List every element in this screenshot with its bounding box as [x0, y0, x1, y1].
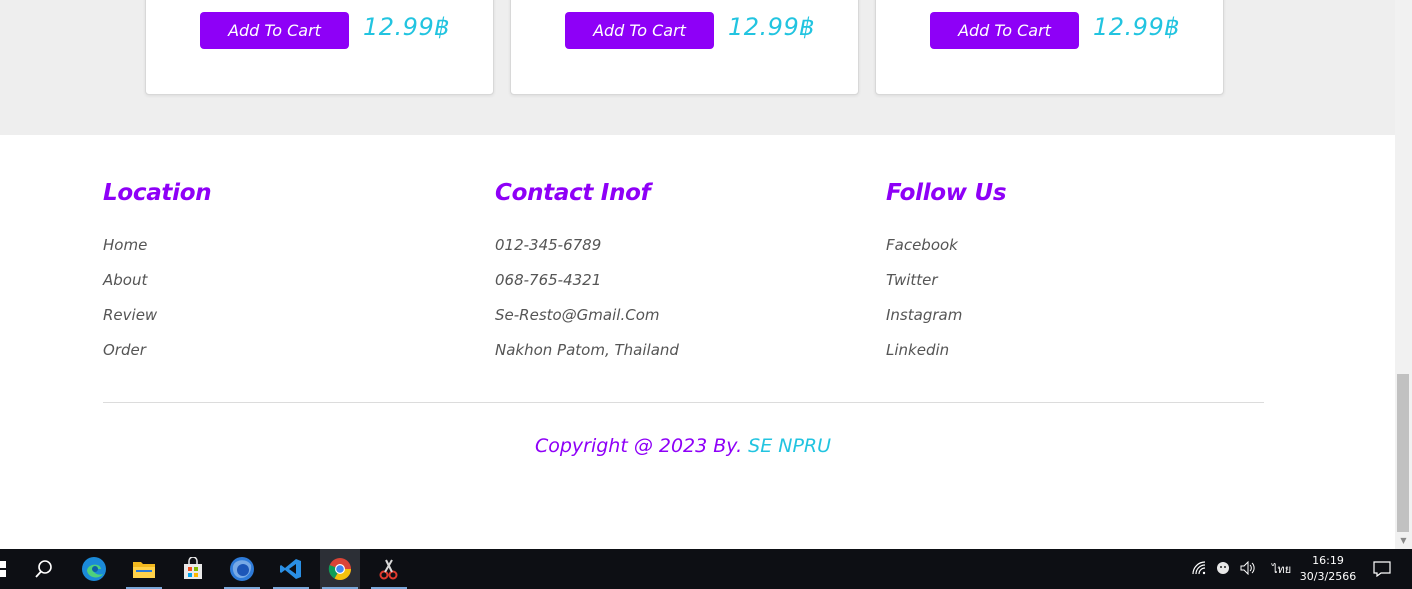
footer-link-address[interactable]: Nakhon Patom, Thailand [495, 340, 679, 375]
chrome-icon[interactable] [320, 549, 360, 589]
footer-column-contact: Contact Inof 012-345-6789 068-765-4321 S… [495, 180, 679, 375]
taskbar-clock[interactable]: 16:19 30/3/2566 [1298, 553, 1358, 585]
clock-time: 16:19 [1312, 554, 1344, 567]
start-icon[interactable] [0, 549, 18, 589]
snipping-tool-icon[interactable] [369, 549, 409, 589]
footer-heading: Follow Us [886, 180, 1007, 206]
vscode-icon[interactable] [271, 549, 311, 589]
footer-link-home[interactable]: Home [103, 235, 211, 270]
file-explorer-icon[interactable] [124, 549, 164, 589]
footer-link-review[interactable]: Review [103, 305, 211, 340]
edge-icon[interactable] [74, 549, 114, 589]
footer-link-order[interactable]: Order [103, 340, 211, 375]
language-indicator[interactable]: ไทย [1272, 560, 1291, 578]
volume-icon[interactable] [1240, 560, 1258, 578]
store-icon[interactable] [173, 549, 213, 589]
clock-date: 30/3/2566 [1299, 570, 1357, 583]
product-price: 12.99฿ [363, 13, 450, 41]
firefox-icon[interactable] [222, 549, 262, 589]
footer-column-location: Location Home About Review Order [103, 180, 212, 375]
footer-link-phone-2[interactable]: 068-765-4321 [495, 270, 679, 305]
footer-heading: Location [103, 180, 212, 206]
taskbar: ไทย 16:19 30/3/2566 [0, 549, 1412, 589]
footer-link-phone-1[interactable]: 012-345-6789 [495, 235, 679, 270]
footer-link-instagram[interactable]: Instagram [886, 305, 1006, 340]
page-scrollbar[interactable]: ▼ [1395, 0, 1412, 549]
product-card: Add To Cart 12.99฿ [875, 0, 1224, 95]
product-price: 12.99฿ [1093, 13, 1180, 41]
footer-heading: Contact Inof [495, 180, 651, 206]
copyright-text: Copyright @ 2023 By. SE NPRU [0, 435, 1366, 457]
product-price: 12.99฿ [728, 13, 815, 41]
footer-link-linkedin[interactable]: Linkedin [886, 340, 1006, 375]
scroll-down-arrow-icon[interactable]: ▼ [1395, 535, 1412, 547]
scrollbar-thumb[interactable] [1397, 374, 1409, 532]
footer-link-twitter[interactable]: Twitter [886, 270, 1006, 305]
system-tray: ไทย [1192, 549, 1291, 589]
footer-link-about[interactable]: About [103, 270, 211, 305]
footer-link-email[interactable]: Se-Resto@Gmail.Com [495, 305, 679, 340]
notification-icon[interactable] [1362, 549, 1402, 589]
product-card: Add To Cart 12.99฿ [510, 0, 859, 95]
copyright-prefix: Copyright @ 2023 By. [534, 435, 743, 457]
search-icon[interactable] [24, 549, 64, 589]
footer-divider [103, 402, 1264, 403]
site-footer: Location Home About Review Order Contact… [0, 135, 1395, 549]
wifi-icon[interactable] [1192, 560, 1208, 578]
products-section: Add To Cart 12.99฿ Add To Cart 12.99฿ Ad… [0, 0, 1395, 135]
add-to-cart-button[interactable]: Add To Cart [200, 12, 349, 49]
tray-app-icon[interactable] [1216, 561, 1230, 578]
add-to-cart-button[interactable]: Add To Cart [930, 12, 1079, 49]
product-card: Add To Cart 12.99฿ [145, 0, 494, 95]
copyright-brand: SE NPRU [748, 435, 832, 457]
footer-link-facebook[interactable]: Facebook [886, 235, 1006, 270]
add-to-cart-button[interactable]: Add To Cart [565, 12, 714, 49]
footer-column-follow: Follow Us Facebook Twitter Instagram Lin… [886, 180, 1007, 375]
